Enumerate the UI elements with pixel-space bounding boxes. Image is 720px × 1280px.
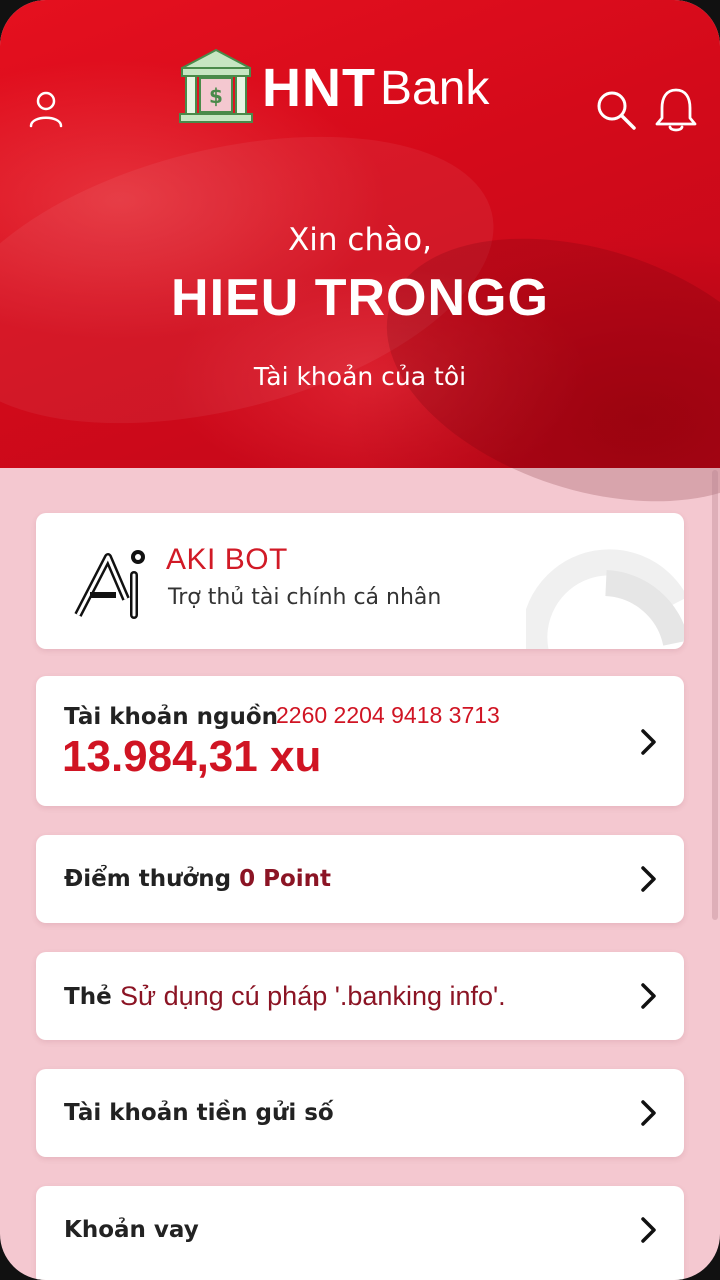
aki-bot-title: AKI BOT [166,543,288,576]
hnt-bank-logo: $ HNT Bank [176,46,489,130]
ai-logo-icon [70,543,156,627]
card-label: Thẻ [64,984,112,1010]
chevron-right-icon [640,865,658,897]
reward-points-card[interactable]: Điểm thưởng 0 Point [36,835,684,923]
loans-label: Khoản vay [64,1217,199,1243]
chevron-right-icon [640,728,658,760]
account-balance: 13.984,31 xu [62,732,322,781]
chevron-right-icon [640,982,658,1014]
bank-building-icon: $ [176,46,256,130]
source-account-card[interactable]: Tài khoản nguồn 2260 2204 9418 3713 13.9… [36,676,684,806]
bell-icon[interactable] [650,84,702,136]
source-account-label: Tài khoản nguồn [64,704,279,730]
loans-card[interactable]: Khoản vay [36,1186,684,1280]
logo-bank-text: Bank [379,61,490,115]
digital-deposit-card[interactable]: Tài khoản tiền gửi số [36,1069,684,1157]
header-banner: $ HNT Bank Xin chào, HIEU TRONGG Tài kho… [0,0,720,550]
username: HIEU TRONGG [171,269,549,327]
user-icon[interactable] [24,86,68,132]
card-row[interactable]: Thẻ Sử dụng cú pháp '.banking info'. [36,952,684,1040]
my-account-title: Tài khoản của tôi [253,362,467,391]
svg-text:$: $ [209,84,223,108]
aki-bot-card[interactable]: AKI BOT Trợ thủ tài chính cá nhân [36,513,684,649]
scrollbar[interactable] [712,470,718,920]
search-icon[interactable] [592,86,640,134]
logo-hnt-text: HNT [262,58,376,118]
decorative-arc [521,543,684,649]
home-screen: $ HNT Bank Xin chào, HIEU TRONGG Tài kho… [0,0,720,1280]
chevron-right-icon [640,1099,658,1131]
card-info-text: Sử dụng cú pháp '.banking info'. [120,981,506,1011]
greeting-text: Xin chào, [288,222,432,258]
reward-points-value: 0 Point [239,866,332,892]
reward-label-text: Điểm thưởng [64,866,232,892]
aki-bot-subtitle: Trợ thủ tài chính cá nhân [168,585,442,610]
reward-points-label: Điểm thưởng 0 Point [64,866,331,892]
chevron-right-icon [640,1216,658,1248]
account-number: 2260 2204 9418 3713 [276,702,500,728]
digital-deposit-label: Tài khoản tiền gửi số [64,1100,334,1126]
